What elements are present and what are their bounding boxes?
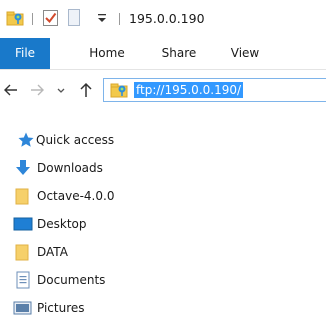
nav-item-octave[interactable]: Octave-4.0.0 xyxy=(0,184,326,208)
download-arrow-icon xyxy=(14,159,32,177)
desktop-icon xyxy=(13,215,33,233)
toolbar-separator xyxy=(32,13,33,25)
title-bar: 195.0.0.190 xyxy=(0,0,326,38)
nav-item-label: Octave-4.0.0 xyxy=(37,189,115,203)
documents-icon xyxy=(15,271,33,289)
forward-arrow-icon[interactable] xyxy=(28,80,46,100)
nav-item-desktop[interactable]: Desktop xyxy=(0,212,326,236)
pictures-icon xyxy=(13,299,32,317)
file-explorer-window: 195.0.0.190 File Home Share View ftp://1… xyxy=(0,0,326,325)
up-arrow-icon[interactable] xyxy=(77,80,95,100)
star-icon xyxy=(17,131,35,149)
address-row: ftp://195.0.0.190/ xyxy=(0,70,326,110)
nav-item-downloads[interactable]: Downloads xyxy=(0,156,326,180)
recent-locations-chevron-icon[interactable] xyxy=(52,80,70,100)
folder-icon[interactable] xyxy=(6,10,24,26)
nav-item-label: Documents xyxy=(37,273,106,287)
tab-view[interactable]: View xyxy=(225,38,265,69)
folder-icon xyxy=(15,243,33,261)
tab-home[interactable]: Home xyxy=(84,38,130,69)
properties-checkmark-icon[interactable] xyxy=(42,9,59,27)
toolbar-separator xyxy=(119,13,120,25)
nav-item-label: Downloads xyxy=(37,161,103,175)
nav-item-label: Quick access xyxy=(36,133,115,147)
nav-item-label: Pictures xyxy=(37,301,85,315)
nav-item-quick-access[interactable]: Quick access xyxy=(0,128,326,152)
address-path-selected[interactable]: ftp://195.0.0.190/ xyxy=(134,82,244,98)
navigation-pane: Quick access Downloads Octave-4.0.0 Desk… xyxy=(0,112,326,325)
folder-icon xyxy=(15,187,33,205)
nav-item-documents[interactable]: Documents xyxy=(0,268,326,292)
ftp-folder-icon xyxy=(110,82,128,98)
tab-file[interactable]: File xyxy=(0,38,50,69)
nav-item-label: DATA xyxy=(37,245,68,259)
window-title: 195.0.0.190 xyxy=(129,11,205,26)
tab-share[interactable]: Share xyxy=(154,38,204,69)
nav-item-label: Desktop xyxy=(37,217,87,231)
address-bar[interactable]: ftp://195.0.0.190/ xyxy=(103,78,326,102)
nav-item-pictures[interactable]: Pictures xyxy=(0,296,326,320)
customize-dropdown-icon[interactable] xyxy=(96,10,108,26)
back-arrow-icon[interactable] xyxy=(2,80,20,100)
new-folder-icon[interactable] xyxy=(68,9,80,26)
nav-item-data[interactable]: DATA xyxy=(0,240,326,264)
ribbon-tabs: File Home Share View xyxy=(0,38,326,70)
